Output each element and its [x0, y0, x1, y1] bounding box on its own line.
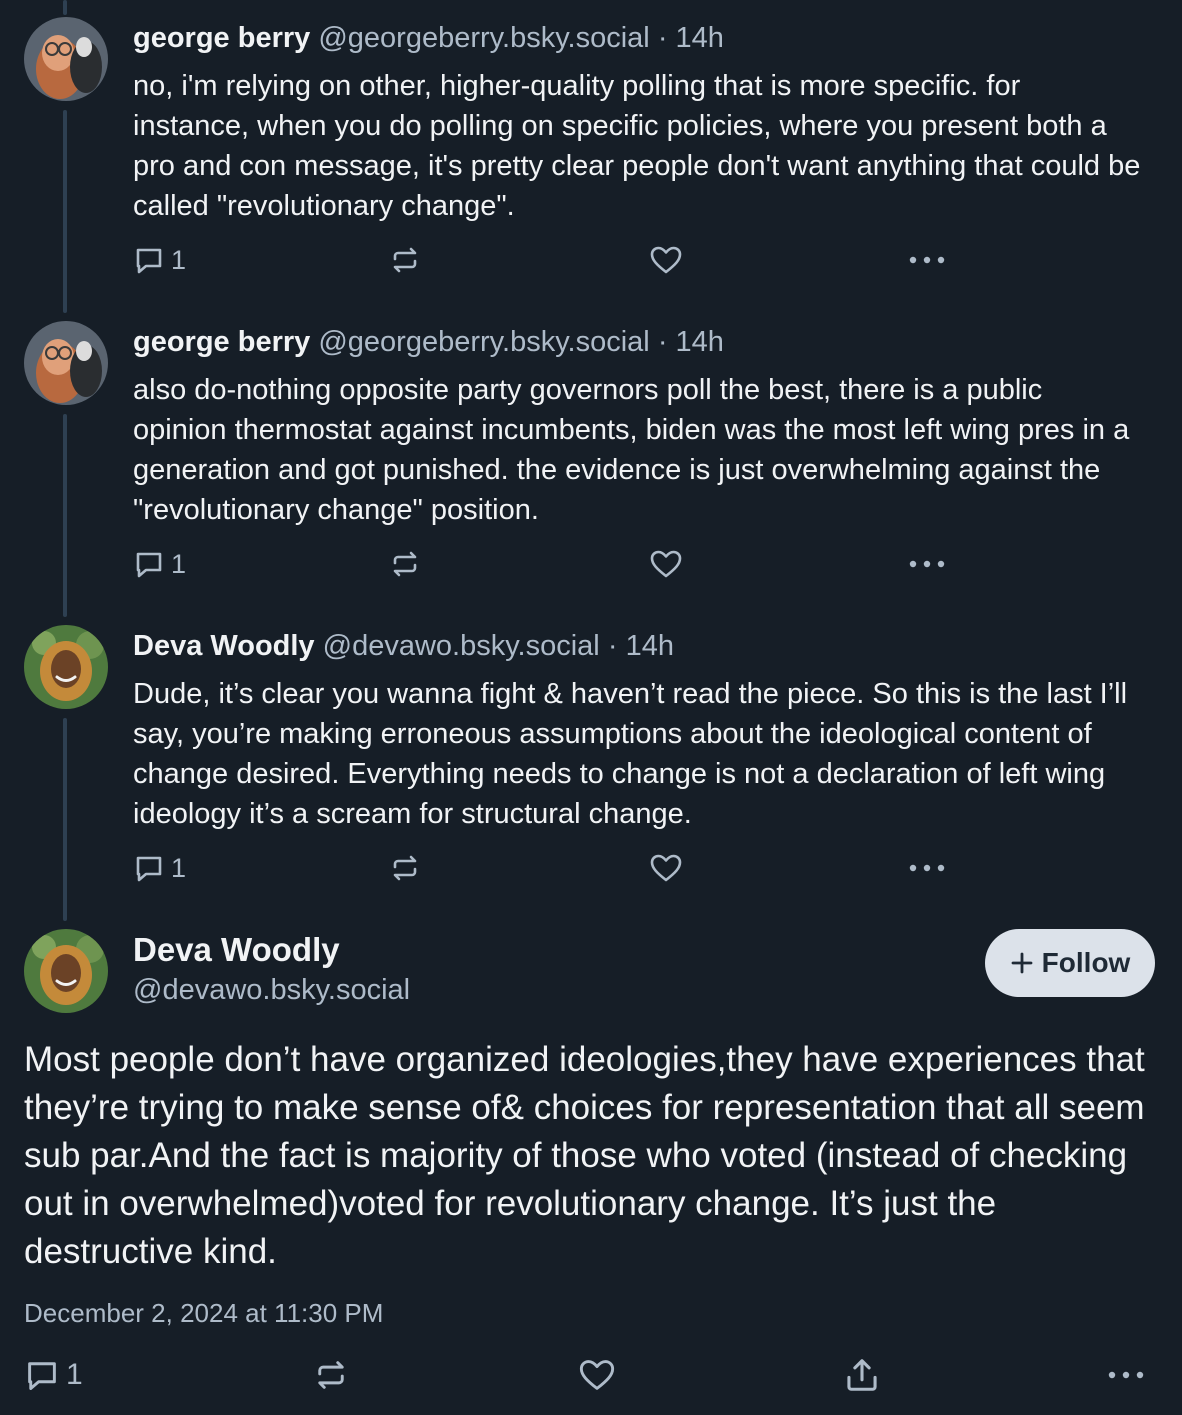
- repost-button[interactable]: [389, 848, 421, 888]
- post-text: Most people don’t have organized ideolog…: [24, 1040, 1145, 1271]
- meta-separator: ·: [607, 630, 618, 662]
- reply-count: 1: [171, 852, 187, 883]
- repost-icon: [393, 551, 417, 577]
- thread-reply[interactable]: Deva Woodly @devawo.bsky.social · 14h Du…: [0, 608, 1182, 908]
- author-handle[interactable]: @devawo.bsky.social: [323, 630, 600, 662]
- avatar-image: [24, 929, 108, 1013]
- avatar[interactable]: [24, 929, 108, 1013]
- like-button[interactable]: [578, 1355, 616, 1395]
- more-button[interactable]: [907, 240, 947, 280]
- author-handle[interactable]: @devawo.bsky.social: [133, 970, 410, 1010]
- share-icon: [847, 1359, 877, 1391]
- repost-button[interactable]: [313, 1355, 349, 1395]
- like-icon: [650, 854, 682, 882]
- more-button[interactable]: [907, 544, 947, 584]
- post-actions: 1: [133, 848, 953, 888]
- post-text: also do-nothing opposite party governors…: [133, 374, 1130, 526]
- post-time[interactable]: 14h: [676, 22, 724, 54]
- meta-separator: ·: [657, 22, 668, 54]
- reply-icon: [136, 856, 162, 882]
- reply-button[interactable]: 1: [133, 544, 186, 584]
- post-actions: 1: [133, 240, 953, 280]
- avatar-image: [24, 17, 108, 101]
- more-button[interactable]: [907, 848, 947, 888]
- like-button[interactable]: [649, 848, 683, 888]
- repost-button[interactable]: [389, 544, 421, 584]
- reply-icon: [136, 248, 162, 274]
- post-meta: Deva Woodly @devawo.bsky.social · 14h: [133, 628, 1142, 664]
- reply-button[interactable]: 1: [133, 240, 186, 280]
- like-button[interactable]: [649, 240, 683, 280]
- share-button[interactable]: [843, 1355, 881, 1395]
- post-time[interactable]: 14h: [626, 630, 674, 662]
- like-icon: [650, 246, 682, 274]
- reply-count: 1: [171, 548, 187, 579]
- author-name[interactable]: Deva Woodly: [133, 630, 315, 662]
- post-time[interactable]: 14h: [676, 326, 724, 358]
- meta-separator: ·: [657, 326, 668, 358]
- avatar[interactable]: [24, 321, 108, 405]
- thread-reply[interactable]: george berry @georgeberry.bsky.social · …: [0, 304, 1182, 604]
- follow-button[interactable]: Follow: [985, 929, 1155, 997]
- more-icon: [909, 560, 945, 568]
- thread-reply[interactable]: george berry @georgeberry.bsky.social · …: [0, 0, 1182, 300]
- more-button[interactable]: [1106, 1355, 1146, 1395]
- post-meta: george berry @georgeberry.bsky.social · …: [133, 20, 1142, 56]
- like-icon: [579, 1360, 615, 1390]
- author-name[interactable]: george berry: [133, 326, 310, 358]
- main-post: Deva Woodly @devawo.bsky.social Follow M…: [0, 912, 1182, 1415]
- like-button[interactable]: [649, 544, 683, 584]
- avatar-image: [24, 625, 108, 709]
- post-text: Dude, it’s clear you wanna fight & haven…: [133, 678, 1128, 830]
- reply-button[interactable]: 1: [133, 848, 186, 888]
- post-date[interactable]: December 2, 2024 at 11:30 PM: [24, 1298, 383, 1329]
- repost-icon: [318, 1361, 344, 1389]
- reply-icon: [28, 1362, 56, 1390]
- author-handle[interactable]: @georgeberry.bsky.social: [318, 22, 649, 54]
- author-name[interactable]: Deva Woodly: [133, 930, 410, 970]
- repost-button[interactable]: [389, 240, 421, 280]
- author-handle[interactable]: @georgeberry.bsky.social: [318, 326, 649, 358]
- reply-button[interactable]: 1: [24, 1355, 83, 1395]
- post-text: no, i'm relying on other, higher-quality…: [133, 70, 1141, 222]
- reply-icon: [136, 552, 162, 578]
- like-icon: [650, 550, 682, 578]
- more-icon: [909, 864, 945, 872]
- plus-icon: [1011, 952, 1033, 974]
- more-icon: [1108, 1371, 1144, 1379]
- avatar[interactable]: [24, 17, 108, 101]
- reply-count: 1: [171, 244, 187, 275]
- reply-count: 1: [66, 1358, 83, 1391]
- avatar[interactable]: [24, 625, 108, 709]
- repost-icon: [393, 855, 417, 881]
- follow-label: Follow: [1041, 947, 1131, 978]
- post-meta: george berry @georgeberry.bsky.social · …: [133, 324, 1142, 360]
- author-name[interactable]: george berry: [133, 22, 310, 54]
- more-icon: [909, 256, 945, 264]
- post-actions: 1: [133, 544, 953, 584]
- repost-icon: [393, 247, 417, 273]
- avatar-image: [24, 321, 108, 405]
